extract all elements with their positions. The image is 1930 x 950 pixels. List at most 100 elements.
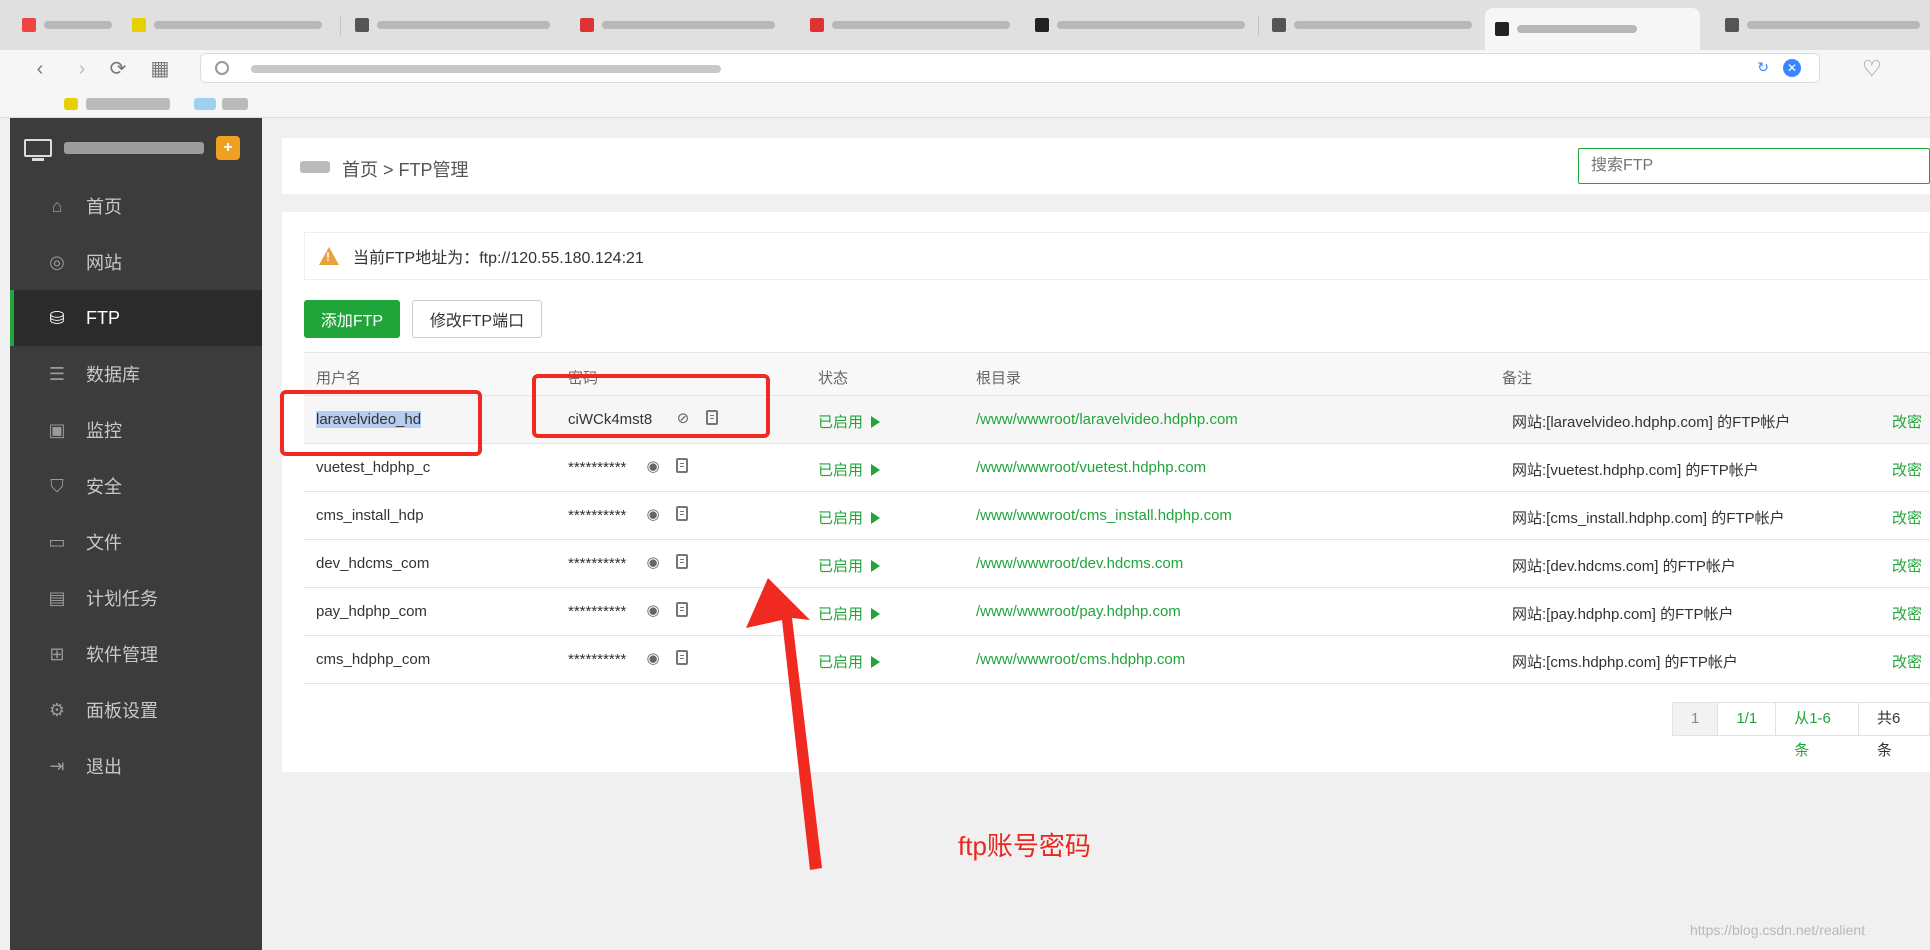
browser-tab[interactable] (12, 10, 122, 40)
table-row[interactable]: dev_hdcms_com ********** ◉ 已启用 /www/wwwr… (304, 540, 1930, 588)
root-directory-link[interactable]: /www/wwwroot/pay.hdphp.com (976, 603, 1181, 620)
sidebar-item-ftp[interactable]: ⛁ FTP (10, 290, 262, 346)
username-cell[interactable]: cms_install_hdp (316, 507, 424, 524)
table-row[interactable]: vuetest_hdphp_c ********** ◉ 已启用 /www/ww… (304, 444, 1930, 492)
home-icon: ⌂ (51, 195, 63, 216)
bookmark-item[interactable] (86, 98, 170, 110)
sidebar-item-files[interactable]: ▭ 文件 (10, 514, 262, 570)
translate-icon[interactable]: ↻ (1757, 59, 1769, 76)
column-header-username: 用户名 (316, 370, 362, 387)
status-toggle[interactable]: 已启用 (818, 603, 881, 624)
add-ftp-button[interactable]: 添加FTP (304, 300, 400, 338)
change-password-link[interactable]: 改密 (1892, 603, 1922, 624)
sidebar-item-home[interactable]: ⌂ 首页 (10, 178, 262, 234)
status-toggle[interactable]: 已启用 (818, 411, 881, 432)
username-cell[interactable]: laravelvideo_hd (316, 411, 422, 428)
apps-grid-icon[interactable]: ▦ (148, 58, 172, 80)
username-cell[interactable]: vuetest_hdphp_c (316, 459, 430, 476)
change-password-link[interactable]: 改密 (1892, 555, 1922, 576)
sidebar-item-monitor[interactable]: ▣ 监控 (10, 402, 262, 458)
sidebar-item-security[interactable]: ⛉ 安全 (10, 458, 262, 514)
root-directory-link[interactable]: /www/wwwroot/cms.hdphp.com (976, 651, 1185, 668)
address-bar[interactable]: ↻ ✕ (200, 53, 1820, 83)
sidebar-item-cron[interactable]: ▤ 计划任务 (10, 570, 262, 626)
copy-icon[interactable] (676, 458, 688, 473)
status-toggle[interactable]: 已启用 (818, 651, 881, 672)
sidebar-item-settings[interactable]: ⚙ 面板设置 (10, 682, 262, 738)
monitor-icon: ▣ (48, 419, 66, 440)
back-icon[interactable]: ‹ (28, 58, 52, 80)
root-directory-link[interactable]: /www/wwwroot/laravelvideo.hdphp.com (976, 411, 1238, 428)
status-toggle[interactable]: 已启用 (818, 507, 881, 528)
sidebar-item-label: 首页 (86, 197, 122, 217)
status-toggle[interactable]: 已启用 (818, 555, 881, 576)
root-directory-link[interactable]: /www/wwwroot/vuetest.hdphp.com (976, 459, 1206, 476)
sidebar-item-label: FTP (86, 307, 120, 328)
play-icon (871, 560, 881, 572)
search-input[interactable] (1578, 148, 1930, 184)
change-password-link[interactable]: 改密 (1892, 411, 1922, 432)
eye-icon[interactable]: ◉ (644, 554, 662, 572)
table-row[interactable]: laravelvideo_hd ciWCk4mst8 ⊘ 已启用 /www/ww… (304, 396, 1930, 444)
tab-title-blurred (377, 21, 550, 29)
copy-icon[interactable] (676, 650, 688, 665)
browser-tab[interactable] (122, 10, 332, 40)
tab-title-blurred (1747, 21, 1920, 29)
change-ftp-port-button[interactable]: 修改FTP端口 (412, 300, 542, 338)
root-directory-link[interactable]: /www/wwwroot/dev.hdcms.com (976, 555, 1183, 572)
browser-tab[interactable] (800, 10, 1020, 40)
table-row[interactable]: cms_hdphp_com ********** ◉ 已启用 /www/wwwr… (304, 636, 1930, 684)
note-cell: 网站:[pay.hdphp.com] 的FTP帐户 (1512, 606, 1734, 623)
pagination-current-page[interactable]: 1 (1673, 703, 1719, 735)
sidebar-item-software[interactable]: ⊞ 软件管理 (10, 626, 262, 682)
copy-icon[interactable] (706, 410, 718, 425)
browser-tab[interactable] (1715, 10, 1930, 40)
database-icon: ☰ (48, 363, 66, 384)
tab-title-blurred (44, 21, 112, 29)
browser-tab[interactable] (1262, 10, 1482, 40)
username-cell[interactable]: pay_hdphp_com (316, 603, 427, 620)
change-password-link[interactable]: 改密 (1892, 459, 1922, 480)
eye-icon[interactable]: ◉ (644, 602, 662, 620)
sidebar-item-label: 文件 (86, 533, 122, 553)
sidebar-item-label: 计划任务 (86, 589, 158, 609)
extension-icon[interactable]: ✕ (1783, 59, 1801, 77)
browser-tab[interactable] (1025, 10, 1255, 40)
bookmark-item[interactable] (222, 98, 248, 110)
copy-icon[interactable] (676, 506, 688, 521)
sidebar-item-database[interactable]: ☰ 数据库 (10, 346, 262, 402)
bookmark-favicon-icon[interactable] (64, 98, 78, 110)
tab-title-blurred (1517, 25, 1637, 33)
eye-icon[interactable]: ◉ (644, 650, 662, 668)
tab-title-blurred (154, 21, 322, 29)
play-icon (871, 608, 881, 620)
sidebar-item-website[interactable]: ◎ 网站 (10, 234, 262, 290)
browser-tab-active[interactable] (1485, 8, 1700, 50)
copy-icon[interactable] (676, 554, 688, 569)
bookmark-favicon-icon[interactable] (194, 98, 216, 110)
copy-icon[interactable] (676, 602, 688, 617)
sidebar-item-logout[interactable]: ⇥ 退出 (10, 738, 262, 794)
favicon-icon (1725, 18, 1739, 32)
eye-icon[interactable]: ◉ (644, 506, 662, 524)
change-password-link[interactable]: 改密 (1892, 651, 1922, 672)
sidebar-item-label: 网站 (86, 253, 122, 273)
ftp-icon: ⛁ (49, 307, 65, 328)
site-info-icon[interactable] (215, 61, 229, 75)
hide-password-icon[interactable]: ⊘ (674, 410, 692, 428)
change-password-link[interactable]: 改密 (1892, 507, 1922, 528)
browser-tab-bar (0, 0, 1930, 50)
username-cell[interactable]: dev_hdcms_com (316, 555, 429, 572)
favorite-icon[interactable]: ♡ (1862, 56, 1882, 82)
root-directory-link[interactable]: /www/wwwroot/cms_install.hdphp.com (976, 507, 1232, 524)
browser-tab[interactable] (345, 10, 560, 40)
forward-icon[interactable]: › (70, 58, 94, 80)
table-row[interactable]: cms_install_hdp ********** ◉ 已启用 /www/ww… (304, 492, 1930, 540)
username-cell[interactable]: cms_hdphp_com (316, 651, 430, 668)
reload-icon[interactable]: ⟳ (106, 58, 130, 80)
browser-tab[interactable] (570, 10, 785, 40)
status-toggle[interactable]: 已启用 (818, 459, 881, 480)
globe-icon: ◎ (49, 251, 65, 272)
table-row[interactable]: pay_hdphp_com ********** ◉ 已启用 /www/wwwr… (304, 588, 1930, 636)
eye-icon[interactable]: ◉ (644, 458, 662, 476)
